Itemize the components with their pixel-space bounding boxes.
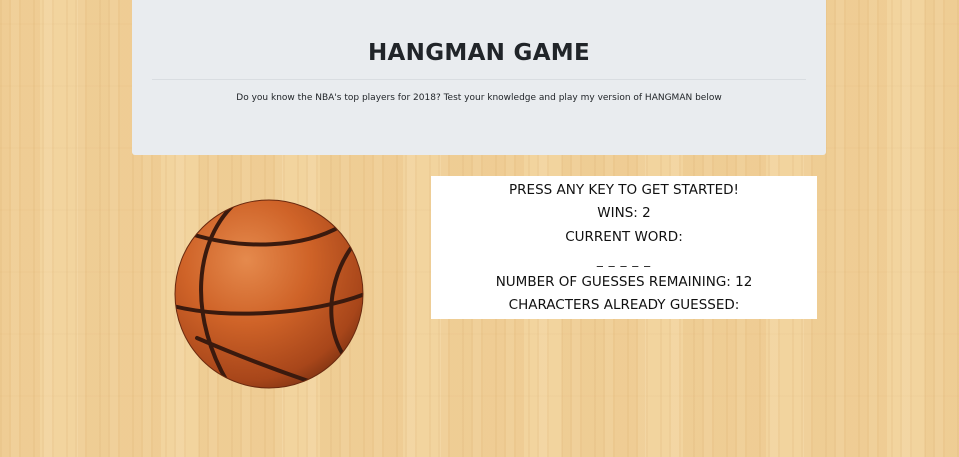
page-title: HANGMAN GAME <box>368 40 590 66</box>
wins-counter: WINS: 2 <box>597 205 651 221</box>
basketball-image <box>174 199 364 389</box>
game-status-panel: PRESS ANY KEY TO GET STARTED! WINS: 2 CU… <box>431 176 817 319</box>
current-word-blanks: _ _ _ _ _ <box>596 253 652 267</box>
header-lead-text: Do you know the NBA's top players for 20… <box>236 93 722 103</box>
guessed-characters-label: CHARACTERS ALREADY GUESSED: <box>508 297 740 313</box>
start-prompt: PRESS ANY KEY TO GET STARTED! <box>509 182 739 198</box>
header-jumbotron: HANGMAN GAME Do you know the NBA's top p… <box>132 0 826 155</box>
current-word-label: CURRENT WORD: <box>565 229 683 245</box>
header-divider <box>152 79 806 80</box>
guesses-remaining: NUMBER OF GUESSES REMAINING: 12 <box>495 274 753 290</box>
